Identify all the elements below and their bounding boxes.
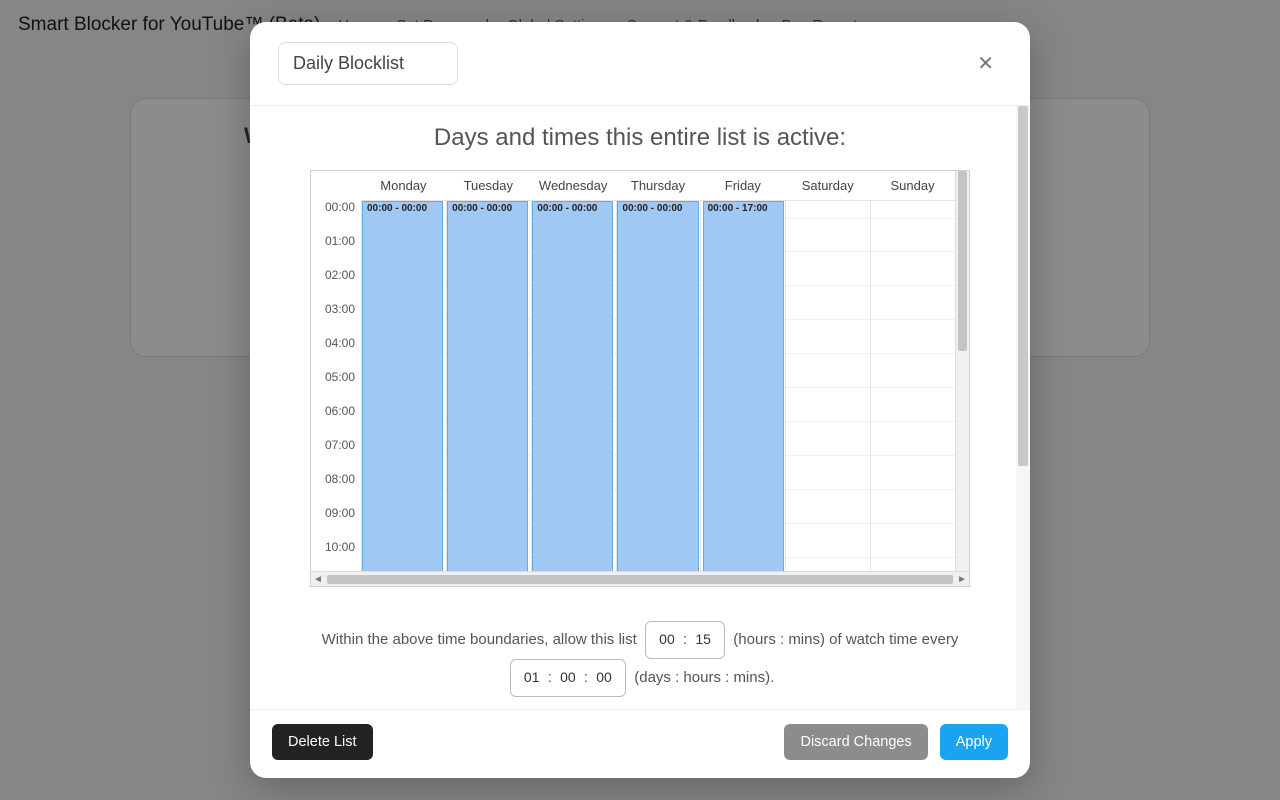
watch-mins-input[interactable]: [690, 631, 716, 647]
time-label: 05:00: [311, 370, 361, 404]
modal-header: ✕: [250, 22, 1030, 97]
close-icon[interactable]: ✕: [969, 47, 1002, 80]
every-hours-input[interactable]: [555, 669, 581, 685]
schedule-vertical-scrollbar[interactable]: [955, 171, 969, 571]
blocklist-editor-modal: ✕ Days and times this entire list is act…: [250, 22, 1030, 778]
time-label: 08:00: [311, 472, 361, 506]
time-label: 10:00: [311, 540, 361, 571]
schedule-horizontal-scrollbar[interactable]: ◄ ►: [311, 571, 969, 586]
schedule-cell[interactable]: [785, 404, 870, 438]
schedule-cell[interactable]: [870, 472, 955, 506]
day-header: Tuesday: [446, 171, 531, 200]
schedule-block[interactable]: 00:00 - 00:00: [447, 201, 528, 571]
delete-list-button[interactable]: Delete List: [272, 724, 373, 760]
allowance-tail: (days : hours : mins).: [634, 669, 774, 686]
time-label: 07:00: [311, 438, 361, 472]
schedule-cell[interactable]: [870, 540, 955, 571]
schedule-cell[interactable]: [870, 234, 955, 268]
day-header: Wednesday: [531, 171, 616, 200]
time-label: 00:00: [311, 200, 361, 234]
schedule-cell[interactable]: [785, 268, 870, 302]
schedule-cell[interactable]: [870, 200, 955, 234]
every-days-input[interactable]: [519, 669, 545, 685]
schedule-cell[interactable]: [785, 438, 870, 472]
allowance-sentence: Within the above time boundaries, allow …: [320, 621, 960, 697]
schedule-cell[interactable]: [870, 268, 955, 302]
every-mins-input[interactable]: [591, 669, 617, 685]
schedule-block[interactable]: 00:00 - 00:00: [362, 201, 443, 571]
discard-changes-button[interactable]: Discard Changes: [784, 724, 927, 760]
schedule-cell[interactable]: [785, 506, 870, 540]
watch-time-box: :: [645, 621, 725, 659]
day-header: Friday: [700, 171, 785, 200]
scroll-left-icon[interactable]: ◄: [313, 574, 323, 585]
schedule-cell[interactable]: [870, 370, 955, 404]
day-header: Monday: [361, 171, 446, 200]
schedule-cell[interactable]: [785, 540, 870, 571]
time-label: 09:00: [311, 506, 361, 540]
schedule-corner: [311, 171, 361, 200]
time-label: 03:00: [311, 302, 361, 336]
schedule-heading: Days and times this entire list is activ…: [274, 124, 1006, 152]
scroll-right-icon[interactable]: ►: [957, 574, 967, 585]
schedule-block[interactable]: 00:00 - 00:00: [617, 201, 698, 571]
schedule-cell[interactable]: [785, 336, 870, 370]
schedule-container: Monday Tuesday Wednesday Thursday Friday…: [310, 170, 970, 587]
day-header: Thursday: [616, 171, 701, 200]
time-label: 04:00: [311, 336, 361, 370]
modal-body-scrollbar[interactable]: [1016, 106, 1030, 709]
modal-body: Days and times this entire list is activ…: [250, 106, 1030, 709]
schedule-cell[interactable]: [785, 200, 870, 234]
day-header: Sunday: [870, 171, 955, 200]
schedule-cell[interactable]: [870, 404, 955, 438]
time-label: 06:00: [311, 404, 361, 438]
allowance-pre: Within the above time boundaries, allow …: [322, 631, 637, 648]
day-header: Saturday: [785, 171, 870, 200]
schedule-block[interactable]: 00:00 - 00:00: [532, 201, 613, 571]
schedule-cell[interactable]: [870, 438, 955, 472]
schedule-scroll[interactable]: Monday Tuesday Wednesday Thursday Friday…: [311, 171, 955, 571]
every-time-box: ::: [510, 659, 626, 697]
schedule-cell[interactable]: [785, 370, 870, 404]
watch-hours-input[interactable]: [654, 631, 680, 647]
schedule-cell[interactable]: [870, 302, 955, 336]
schedule-cell[interactable]: [785, 472, 870, 506]
modal-footer: Delete List Discard Changes Apply: [250, 709, 1030, 778]
schedule-cell[interactable]: [785, 302, 870, 336]
allowance-mid: (hours : mins) of watch time every: [733, 631, 958, 648]
time-label: 02:00: [311, 268, 361, 302]
schedule-block[interactable]: 00:00 - 17:00: [703, 201, 784, 571]
schedule-cell[interactable]: [785, 234, 870, 268]
list-title-input[interactable]: [278, 42, 458, 85]
schedule-cell[interactable]: [870, 336, 955, 370]
time-label: 01:00: [311, 234, 361, 268]
apply-button[interactable]: Apply: [940, 724, 1008, 760]
schedule-cell[interactable]: [870, 506, 955, 540]
